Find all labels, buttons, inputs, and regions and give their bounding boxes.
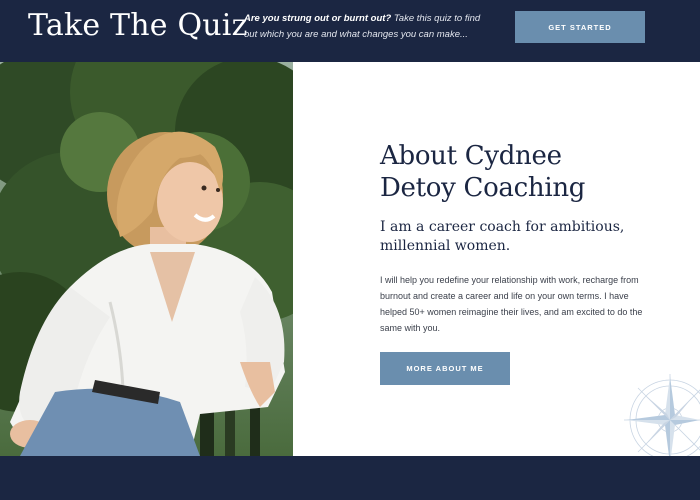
compass-rose-icon [624,374,700,456]
about-heading-line-1: About Cydnee [380,141,562,171]
quiz-title: Take The Quiz [28,8,248,43]
coach-photo [0,62,293,456]
about-section: About Cydnee Detoy Coaching I am a caree… [0,62,700,456]
about-heading: About Cydnee Detoy Coaching [380,140,670,204]
more-about-me-button[interactable]: MORE ABOUT ME [380,352,510,385]
about-heading-line-2: Detoy Coaching [380,173,586,203]
about-body-text: I will help you redefine your relationsh… [380,275,643,333]
quiz-banner: Take The Quiz Are you strung out or burn… [0,0,700,62]
quiz-question: Are you strung out or burnt out? [244,13,392,24]
get-started-button[interactable]: GET STARTED [515,11,645,43]
quiz-description: Are you strung out or burnt out? Take th… [244,11,494,43]
footer-band [0,456,700,500]
about-subheading: I am a career coach for ambitious, mille… [380,219,625,254]
about-content: About Cydnee Detoy Coaching I am a caree… [380,140,670,385]
